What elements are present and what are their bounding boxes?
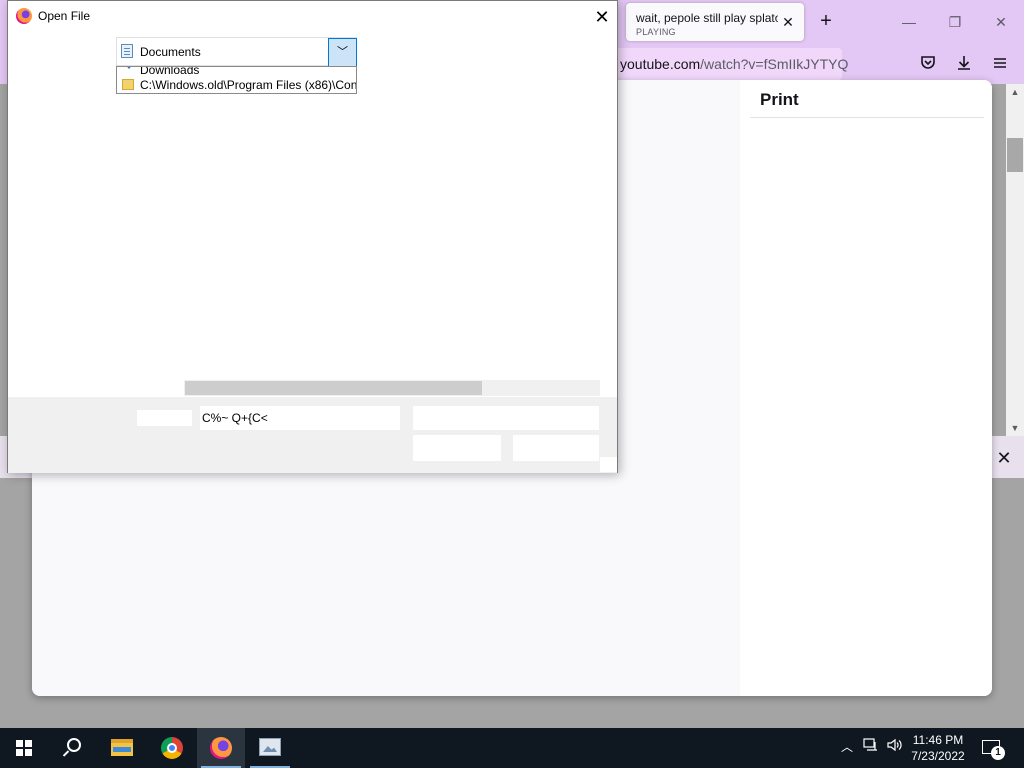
taskbar: ︿ 11:46 PM 7/23/2022 1 — [0, 728, 1024, 768]
dropdown-item-label: C:\Windows.old\Program Files (x86)\Con — [140, 78, 357, 92]
url-path: /watch?v=fSmIIkJYTYQ — [700, 56, 849, 72]
clock-date: 7/23/2022 — [911, 749, 965, 763]
start-button[interactable] — [0, 728, 48, 768]
tab-youtube[interactable]: wait, pepole still play splatoon 1? PLAY… — [626, 3, 804, 41]
look-in-combobox[interactable]: Documents ﹀ — [116, 37, 357, 67]
search-icon — [63, 738, 81, 756]
clock[interactable]: 11:46 PM 7/23/2022 — [902, 732, 974, 764]
taskbar-file-explorer[interactable] — [98, 728, 146, 768]
scrollbar-thumb[interactable] — [1007, 138, 1023, 172]
clock-time: 11:46 PM — [912, 733, 964, 747]
file-list-scrollbar[interactable] — [184, 380, 600, 396]
dropdown-item-path[interactable]: C:\Windows.old\Program Files (x86)\Con — [117, 78, 356, 92]
image-viewer-icon — [259, 738, 281, 756]
restore-button[interactable]: ❐ — [942, 10, 968, 34]
notification-icon[interactable]: 1 — [981, 738, 1005, 760]
documents-icon — [121, 44, 133, 58]
filename-input[interactable] — [200, 406, 400, 430]
taskbar-image-viewer[interactable] — [246, 728, 294, 768]
filename-label — [137, 410, 192, 426]
pocket-icon[interactable] — [918, 54, 938, 74]
scroll-down-icon[interactable]: ▼ — [1006, 420, 1024, 436]
dialog-footer — [8, 397, 617, 473]
scroll-up-icon[interactable]: ▲ — [1006, 84, 1024, 100]
url-bar[interactable]: youtube.com/watch?v=fSmIIkJYTYQ — [600, 48, 848, 80]
dialog-title: Open File — [38, 9, 91, 23]
dialog-close-button[interactable]: ✕ — [588, 4, 616, 30]
dropdown-item-downloads[interactable]: Downloads — [117, 66, 356, 77]
start-icon — [16, 740, 32, 756]
look-in-dropdown: Downloads C:\Windows.old\Program Files (… — [116, 66, 357, 94]
scrollbar-thumb[interactable] — [185, 381, 482, 395]
page-scrollbar[interactable]: ▲ ▼ — [1006, 84, 1024, 436]
downloads-icon — [122, 67, 136, 69]
dropdown-item-label: Downloads — [140, 66, 200, 77]
window-close-button[interactable]: ✕ — [988, 10, 1014, 34]
search-button[interactable] — [48, 728, 96, 768]
chrome-icon — [161, 737, 183, 759]
firefox-icon — [16, 8, 32, 24]
open-button[interactable] — [413, 435, 501, 461]
new-tab-button[interactable]: + — [815, 10, 837, 32]
tab-playing-label: PLAYING — [636, 27, 676, 37]
taskbar-chrome[interactable] — [148, 728, 196, 768]
chevron-up-icon[interactable]: ︿ — [838, 738, 856, 756]
strip-close-icon[interactable]: ✕ — [992, 446, 1016, 470]
folder-icon — [122, 79, 134, 90]
print-title: Print — [760, 90, 799, 109]
tab-title: wait, pepole still play splatoon 1? — [636, 11, 778, 25]
resize-grip[interactable] — [600, 457, 617, 472]
look-in-value: Documents — [140, 45, 201, 59]
download-icon[interactable] — [954, 54, 974, 74]
print-settings-panel: Print — [740, 80, 992, 696]
network-icon[interactable] — [862, 738, 880, 756]
dialog-titlebar: Open File ✕ — [8, 1, 617, 32]
taskbar-firefox[interactable] — [197, 728, 245, 768]
url-domain: youtube.com — [620, 56, 701, 72]
url-text: youtube.com/watch?v=fSmIIkJYTYQ — [620, 56, 848, 72]
file-explorer-icon — [111, 739, 133, 756]
open-file-dialog: Open File ✕ Documents ﹀ Downloads C:\Win… — [7, 0, 618, 473]
firefox-icon — [210, 737, 232, 759]
chevron-down-icon[interactable]: ﹀ — [328, 38, 357, 67]
tab-close-icon[interactable]: ✕ — [780, 14, 796, 30]
cancel-button[interactable] — [513, 435, 599, 461]
file-type-select[interactable] — [413, 406, 599, 430]
menu-icon[interactable] — [990, 54, 1010, 74]
minimize-button[interactable]: — — [896, 10, 922, 34]
notification-badge: 1 — [991, 746, 1005, 760]
divider — [750, 117, 984, 118]
